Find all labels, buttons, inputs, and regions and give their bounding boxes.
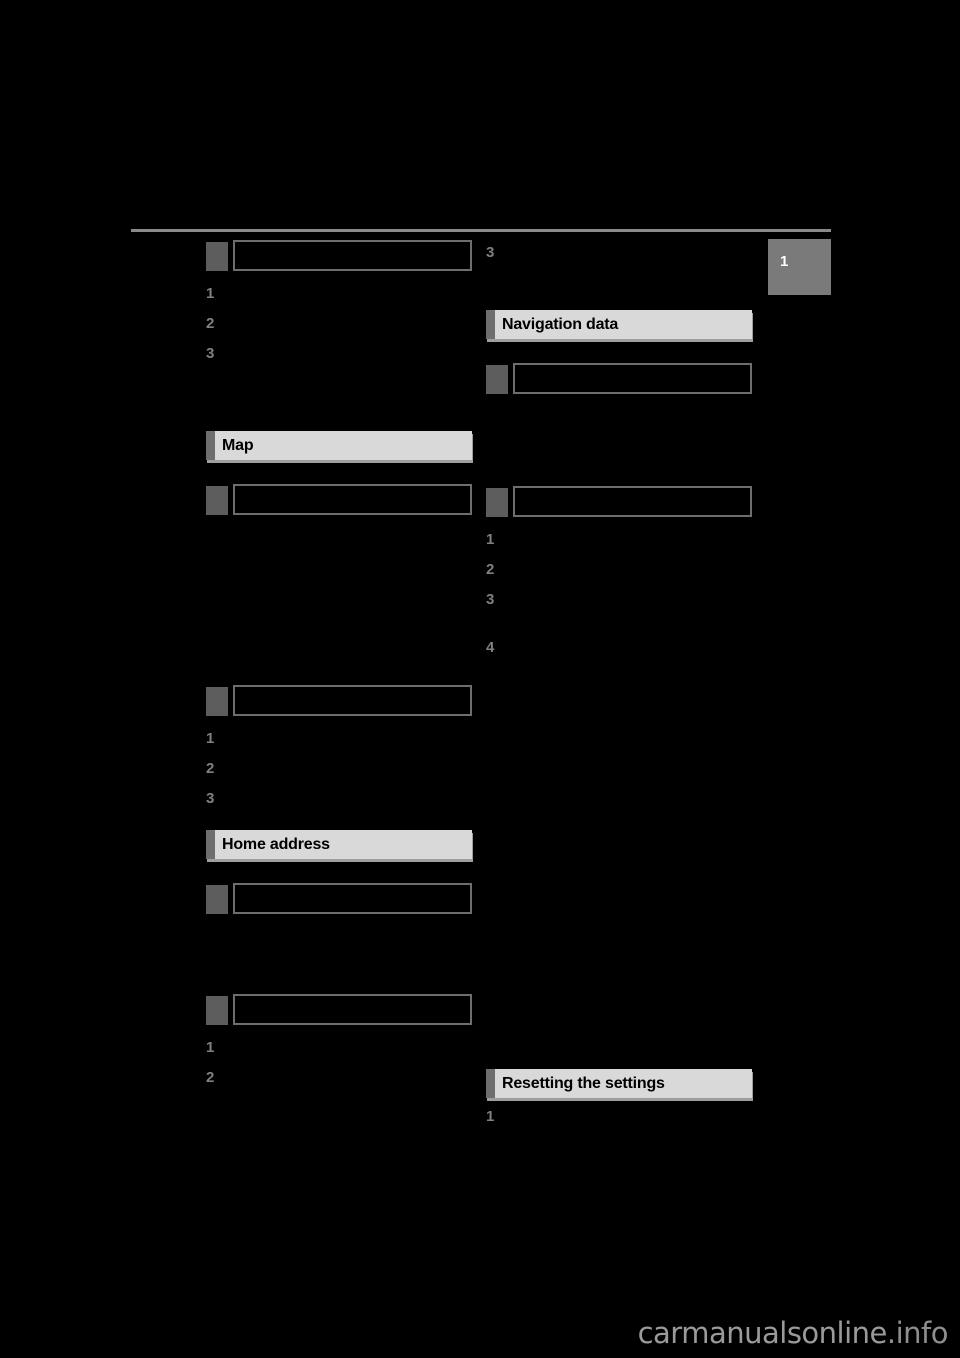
chapter-tab: 1 bbox=[768, 239, 831, 295]
sub-header-procedure-1 bbox=[206, 240, 472, 273]
step-marker: 1 bbox=[206, 285, 215, 302]
section-header-navigation-data: Navigation data bbox=[486, 310, 752, 339]
sub-header-procedure-4 bbox=[206, 883, 472, 916]
step-item: 1 bbox=[486, 1108, 752, 1128]
right-column: 3 Navigation data 1 2 3 4 Resetting the … bbox=[486, 240, 752, 1128]
sub-header-tab-icon bbox=[206, 242, 228, 271]
step-marker: 2 bbox=[206, 1069, 215, 1086]
sub-header-procedure-2 bbox=[206, 484, 472, 517]
sub-header-tab-icon bbox=[486, 488, 508, 517]
sub-header-procedure-3 bbox=[206, 685, 472, 718]
step-item: 1 bbox=[486, 531, 752, 551]
sub-header-tab-icon bbox=[206, 996, 228, 1025]
step-marker: 1 bbox=[206, 730, 215, 747]
sub-header-tab-icon bbox=[206, 885, 228, 914]
sub-header-box bbox=[233, 883, 472, 914]
section-header-resetting-the-settings: Resetting the settings bbox=[486, 1069, 752, 1098]
step-item: 3 bbox=[486, 591, 752, 611]
section-title: Home address bbox=[222, 835, 330, 853]
sub-header-box bbox=[233, 240, 472, 271]
chapter-tab-number: 1 bbox=[780, 253, 789, 270]
manual-page: 1 1 2 3 Map 1 2 3 Home address 1 2 3 Nav… bbox=[0, 0, 960, 1358]
sub-header-procedure-5 bbox=[206, 994, 472, 1027]
step-marker: 4 bbox=[486, 639, 495, 656]
sub-header-label bbox=[235, 885, 470, 897]
section-title: Map bbox=[222, 436, 254, 454]
sub-header-box bbox=[513, 486, 752, 517]
sub-header-box bbox=[513, 363, 752, 394]
step-marker: 1 bbox=[486, 1108, 495, 1125]
watermark-tld: .info bbox=[886, 1316, 949, 1350]
step-marker: 3 bbox=[486, 244, 495, 261]
step-item: 3 bbox=[206, 790, 472, 810]
section-header-map: Map bbox=[206, 431, 472, 460]
step-item: 2 bbox=[206, 315, 472, 335]
section-title: Navigation data bbox=[502, 315, 619, 333]
section-header-home-address: Home address bbox=[206, 830, 472, 859]
step-marker: 3 bbox=[486, 591, 495, 608]
sub-header-label bbox=[235, 242, 470, 254]
step-item: 4 bbox=[486, 639, 752, 659]
step-marker: 1 bbox=[206, 1039, 215, 1056]
step-item: 1 bbox=[206, 1039, 472, 1059]
step-marker: 3 bbox=[206, 790, 215, 807]
sub-header-tab-icon bbox=[486, 365, 508, 394]
sub-header-label bbox=[235, 687, 470, 699]
step-item: 2 bbox=[486, 561, 752, 581]
step-item: 1 bbox=[206, 285, 472, 305]
header-rule bbox=[131, 229, 831, 232]
sub-header-label bbox=[235, 486, 470, 498]
step-marker: 3 bbox=[206, 345, 215, 362]
sub-header-box bbox=[233, 484, 472, 515]
step-item: 1 bbox=[206, 730, 472, 750]
sub-header-box bbox=[233, 994, 472, 1025]
step-item: 2 bbox=[206, 1069, 472, 1089]
sub-header-tab-icon bbox=[206, 486, 228, 515]
step-marker: 2 bbox=[206, 760, 215, 777]
step-marker: 2 bbox=[206, 315, 215, 332]
left-column: 1 2 3 Map 1 2 3 Home address 1 2 bbox=[206, 240, 472, 1089]
sub-header-label bbox=[235, 996, 470, 1008]
sub-header-box bbox=[233, 685, 472, 716]
step-marker: 2 bbox=[486, 561, 495, 578]
step-item: 3 bbox=[486, 244, 752, 264]
step-item: 2 bbox=[206, 760, 472, 780]
sub-header-tab-icon bbox=[206, 687, 228, 716]
sub-header-label bbox=[515, 488, 750, 500]
sub-header-label bbox=[515, 365, 750, 377]
sub-header-procedure-1 bbox=[486, 363, 752, 396]
sub-header-procedure-2 bbox=[486, 486, 752, 519]
watermark-name: carmanualsonline bbox=[637, 1316, 888, 1350]
step-marker: 1 bbox=[486, 531, 495, 548]
site-watermark: carmanualsonline.info bbox=[637, 1316, 949, 1350]
section-title: Resetting the settings bbox=[502, 1074, 665, 1092]
step-item: 3 bbox=[206, 345, 472, 365]
